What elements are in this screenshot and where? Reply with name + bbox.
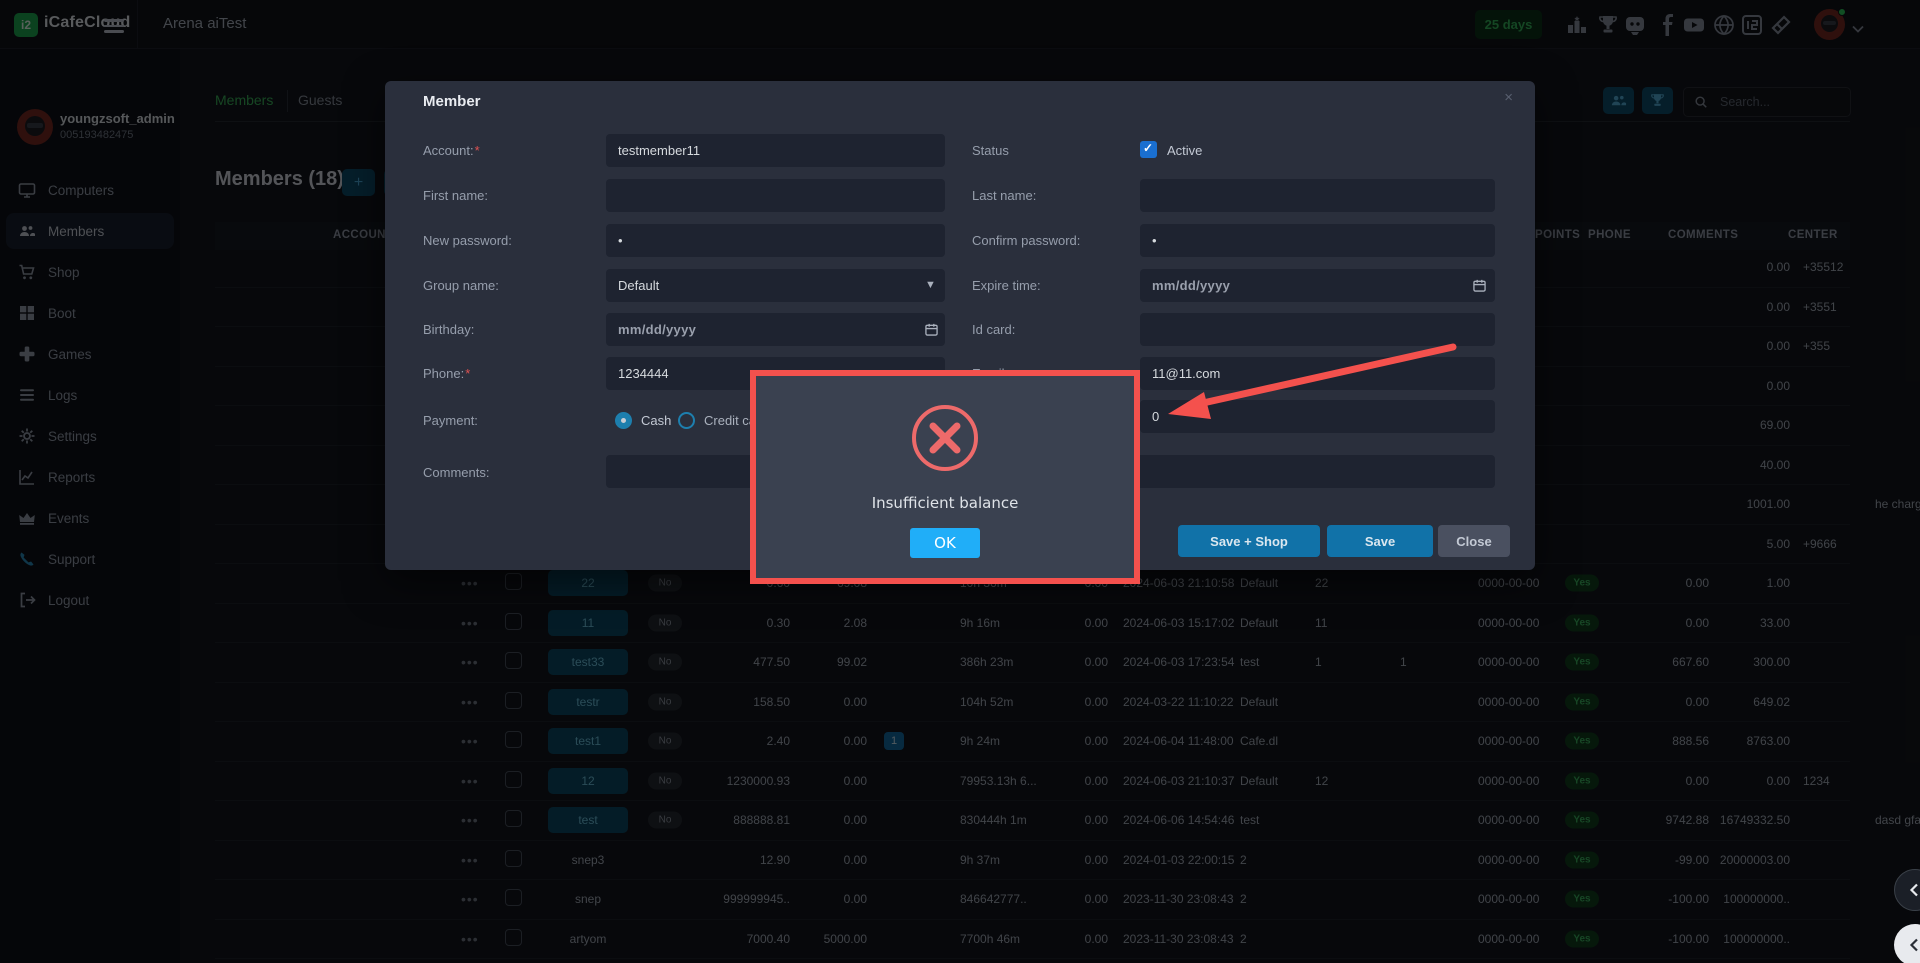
birthday-label: Birthday: [423, 322, 474, 337]
payment-cash-radio[interactable] [615, 412, 632, 429]
expire-time-label: Expire time: [972, 278, 1041, 293]
modal-title: Member [423, 93, 481, 110]
status-active-label: Active [1167, 143, 1202, 158]
last-name-input[interactable] [1140, 179, 1495, 212]
close-button[interactable]: Close [1438, 525, 1510, 557]
first-name-label: First name: [423, 188, 488, 203]
ok-button[interactable]: OK [910, 528, 980, 558]
save-shop-button[interactable]: Save + Shop [1178, 525, 1320, 557]
balance-input[interactable] [1140, 400, 1495, 433]
id-card-label: Id card: [972, 322, 1015, 337]
phone-label: Phone:* [423, 366, 470, 381]
chevron-left-icon [1907, 937, 1920, 953]
group-name-label: Group name: [423, 278, 499, 293]
expire-time-input[interactable] [1140, 269, 1495, 302]
comments-label: Comments: [423, 465, 489, 480]
save-button[interactable]: Save [1327, 525, 1433, 557]
id-card-input[interactable] [1140, 313, 1495, 346]
confirm-password-input[interactable] [1140, 224, 1495, 257]
error-x-icon [911, 404, 979, 472]
group-name-select[interactable]: Default [606, 269, 945, 302]
chevron-left-icon [1907, 882, 1920, 898]
last-name-label: Last name: [972, 188, 1036, 203]
confirm-password-label: Confirm password: [972, 233, 1080, 248]
birthday-input[interactable] [606, 313, 945, 346]
payment-label: Payment: [423, 413, 478, 428]
email-input[interactable] [1140, 357, 1495, 390]
payment-credit-radio[interactable] [678, 412, 695, 429]
first-name-input[interactable] [606, 179, 945, 212]
error-message: Insufficient balance [872, 494, 1019, 512]
annotation-highlight-frame: Insufficient balance OK [750, 370, 1140, 584]
app-root: i2 iCafeCloud Arena aiTest 25 days young… [0, 0, 1920, 963]
status-label: Status [972, 143, 1009, 158]
close-icon[interactable]: × [1504, 89, 1513, 106]
new-password-input[interactable] [606, 224, 945, 257]
new-password-label: New password: [423, 233, 512, 248]
status-checkbox[interactable] [1140, 141, 1157, 158]
account-label: Account:* [423, 143, 480, 158]
account-input[interactable] [606, 134, 945, 167]
payment-cash-label: Cash [641, 413, 671, 428]
error-dialog: Insufficient balance OK [756, 376, 1134, 578]
